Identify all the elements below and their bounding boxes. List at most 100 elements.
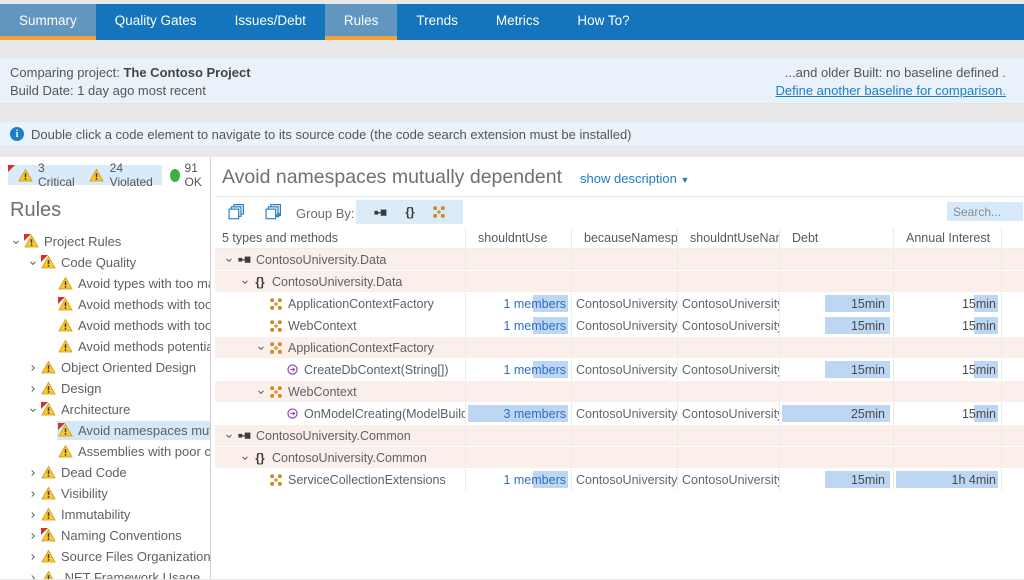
rules-tree-item[interactable]: Avoid types with too many xyxy=(0,273,210,294)
chevron-down-icon[interactable] xyxy=(221,255,236,265)
table-row[interactable]: {}ContosoUniversity.Data xyxy=(215,271,1024,293)
rules-tree-item[interactable]: .NET Framework Usage xyxy=(0,567,210,579)
rules-tree-item[interactable]: Project Rules xyxy=(0,231,210,252)
tab-summary[interactable]: Summary xyxy=(0,4,96,40)
rules-tree-item[interactable]: Avoid namespaces mutuall xyxy=(0,420,210,441)
rules-tree-item[interactable]: Design xyxy=(0,378,210,399)
table-row[interactable]: ApplicationContextFactory xyxy=(215,337,1024,359)
chevron-down-icon[interactable] xyxy=(237,453,252,463)
column-header-types[interactable]: 5 types and methods xyxy=(215,228,466,248)
because-namespace-cell: ContosoUniversity.Common xyxy=(572,469,678,490)
chevron-right-icon[interactable] xyxy=(25,531,40,541)
shouldntuse-name-cell xyxy=(678,447,780,468)
group-by-assembly-button[interactable] xyxy=(373,206,388,219)
rule-label: Dead Code xyxy=(61,465,127,480)
rules-tree-item[interactable]: Avoid methods with too m xyxy=(0,315,210,336)
group-by-label: Group By: xyxy=(296,206,355,221)
interest-cell xyxy=(894,381,1002,402)
chevron-down-icon[interactable] xyxy=(253,387,268,397)
expand-all-button[interactable] xyxy=(265,203,282,225)
table-row[interactable]: {}ContosoUniversity.Common xyxy=(215,447,1024,469)
table-row[interactable]: ApplicationContextFactory1 membersContos… xyxy=(215,293,1024,315)
comparison-bar: Comparing project: The Contoso Project B… xyxy=(0,57,1024,104)
tab-quality-gates[interactable]: Quality Gates xyxy=(96,4,216,40)
because-namespace-cell: ContosoUniversity.Data xyxy=(572,359,678,380)
result-toolbar: Group By: {} xyxy=(215,197,1024,227)
tab-trends[interactable]: Trends xyxy=(397,4,477,40)
tab-how-to[interactable]: How To? xyxy=(558,4,648,40)
table-row[interactable]: WebContext1 membersContosoUniversity.Dat… xyxy=(215,315,1024,337)
rules-tree-item[interactable]: Avoid methods potentially xyxy=(0,336,210,357)
chevron-down-icon[interactable] xyxy=(221,431,236,441)
baseline-status: ...and older Built: no baseline defined … xyxy=(775,64,1006,82)
chevron-down-icon[interactable] xyxy=(25,405,40,415)
debt-cell: 15min xyxy=(780,315,894,336)
because-namespace-cell xyxy=(572,337,678,358)
chevron-down-icon[interactable] xyxy=(8,237,23,247)
because-namespace-cell xyxy=(572,249,678,270)
warning-icon xyxy=(40,465,56,480)
search-input[interactable] xyxy=(947,202,1023,221)
critical-badge[interactable]: 3 Critical xyxy=(17,161,75,189)
rules-tree-item[interactable]: Code Quality xyxy=(0,252,210,273)
chevron-right-icon[interactable] xyxy=(25,468,40,478)
chevron-right-icon[interactable] xyxy=(25,510,40,520)
rules-tree-item[interactable]: Source Files Organization xyxy=(0,546,210,567)
column-header-interest[interactable]: Annual Interest xyxy=(894,228,1002,248)
code-element-label: ContosoUniversity.Data xyxy=(272,275,402,289)
warning-icon xyxy=(40,486,56,501)
group-by-type-button[interactable] xyxy=(432,205,446,219)
rules-panel-title: Rules xyxy=(10,197,210,223)
show-description-toggle[interactable]: show description ▼ xyxy=(580,171,689,186)
table-row[interactable]: ContosoUniversity.Data xyxy=(215,249,1024,271)
ok-dot-icon xyxy=(170,169,180,182)
table-row[interactable]: OnModelCreating(ModelBuilder)3 membersCo… xyxy=(215,403,1024,425)
rules-tree-item[interactable]: Dead Code xyxy=(0,462,210,483)
rules-tree-item[interactable]: Naming Conventions xyxy=(0,525,210,546)
interest-cell xyxy=(894,337,1002,358)
debt-cell xyxy=(780,447,894,468)
column-header-debt[interactable]: Debt xyxy=(780,228,894,248)
collapse-all-button[interactable] xyxy=(228,203,245,225)
chevron-right-icon[interactable] xyxy=(25,489,40,499)
ok-badge[interactable]: 91 OK xyxy=(170,161,210,189)
critical-warning-icon xyxy=(17,168,33,183)
column-header-because[interactable]: becauseNamespa... xyxy=(572,228,678,248)
rules-tree-item[interactable]: Immutability xyxy=(0,504,210,525)
chevron-down-icon[interactable] xyxy=(253,343,268,353)
shouldntuse-name-cell xyxy=(678,249,780,270)
group-by-namespace-button[interactable]: {} xyxy=(405,205,414,219)
column-header-shouldntuse[interactable]: shouldntUse xyxy=(466,228,572,248)
warning-icon xyxy=(40,381,56,396)
class-icon xyxy=(268,297,284,311)
rules-tree-item[interactable]: Object Oriented Design xyxy=(0,357,210,378)
chevron-right-icon[interactable] xyxy=(25,552,40,562)
rules-tree-item[interactable]: Assemblies with poor cohe xyxy=(0,441,210,462)
rules-tree-item[interactable]: Avoid methods with too m xyxy=(0,294,210,315)
chevron-down-icon[interactable] xyxy=(237,277,252,287)
rules-tree-item[interactable]: Visibility xyxy=(0,483,210,504)
tab-issues-debt[interactable]: Issues/Debt xyxy=(216,4,325,40)
shouldntuse-cell: 1 members xyxy=(466,293,572,314)
tab-rules[interactable]: Rules xyxy=(325,4,398,40)
warning-icon xyxy=(40,507,56,522)
chevron-down-icon[interactable] xyxy=(25,258,40,268)
rules-tree-item[interactable]: Architecture xyxy=(0,399,210,420)
shouldntuse-name-cell: ContosoUniversity.Data xyxy=(678,359,780,380)
warning-icon xyxy=(40,570,56,579)
interest-cell: 1h 4min xyxy=(894,469,1002,490)
tab-metrics[interactable]: Metrics xyxy=(477,4,559,40)
table-row[interactable]: ContosoUniversity.Common xyxy=(215,425,1024,447)
violated-badge[interactable]: 24 Violated xyxy=(89,161,153,189)
column-header-shouldntusename[interactable]: shouldntUseNam... xyxy=(678,228,780,248)
chevron-right-icon[interactable] xyxy=(25,573,40,580)
chevron-right-icon[interactable] xyxy=(25,363,40,373)
assembly-icon xyxy=(236,429,252,442)
rule-label: Avoid methods potentially xyxy=(78,339,210,354)
table-row[interactable]: WebContext xyxy=(215,381,1024,403)
table-row[interactable]: CreateDbContext(String[])1 membersContos… xyxy=(215,359,1024,381)
table-row[interactable]: ServiceCollectionExtensions1 membersCont… xyxy=(215,469,1024,491)
define-baseline-link[interactable]: Define another baseline for comparison. xyxy=(775,83,1006,98)
chevron-right-icon[interactable] xyxy=(25,384,40,394)
interest-cell xyxy=(894,425,1002,446)
